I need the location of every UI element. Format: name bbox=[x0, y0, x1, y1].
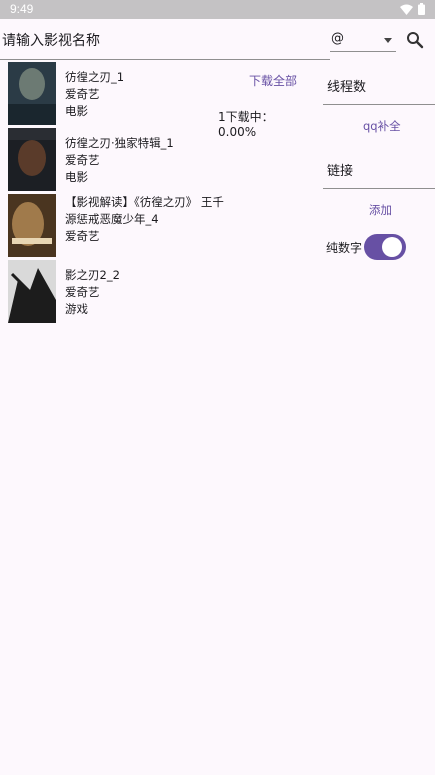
result-source: 爱奇艺 bbox=[65, 229, 100, 243]
numeric-only-toggle[interactable] bbox=[364, 234, 406, 260]
search-icon bbox=[407, 32, 424, 49]
thread-count-input[interactable]: 线程数 bbox=[327, 76, 366, 95]
result-title: 彷徨之刃_1 bbox=[65, 70, 125, 84]
divider bbox=[323, 104, 435, 105]
poster-image bbox=[8, 260, 56, 323]
toggle-knob bbox=[382, 237, 402, 257]
result-list: 彷徨之刃_1 爱奇艺 电影 下载全部 1下载中：0.00% 彷徨之刃·独家特辑_… bbox=[8, 61, 308, 325]
link-input[interactable]: 链接 bbox=[327, 160, 353, 179]
result-title: 【影视解读】《彷徨之刃》 王千源惩戒恶魔少年_4 bbox=[65, 195, 224, 226]
result-title: 彷徨之刃·独家特辑_1 bbox=[65, 136, 174, 150]
poster-image bbox=[8, 62, 56, 125]
result-row[interactable]: 【影视解读】《彷徨之刃》 王千源惩戒恶魔少年_4 爱奇艺 bbox=[8, 193, 308, 259]
download-all-button[interactable]: 下载全部 bbox=[249, 72, 297, 89]
result-source: 爱奇艺 bbox=[65, 285, 100, 299]
status-time: 9:49 bbox=[10, 2, 34, 16]
result-category: 电影 bbox=[65, 170, 88, 184]
result-category: 游戏 bbox=[65, 302, 88, 316]
divider bbox=[323, 188, 435, 189]
wifi-icon bbox=[400, 4, 413, 15]
add-button[interactable]: 添加 bbox=[369, 202, 392, 218]
battery-icon bbox=[418, 3, 425, 15]
result-row[interactable]: 彷徨之刃_1 爱奇艺 电影 下载全部 1下载中：0.00% bbox=[8, 61, 308, 139]
site-select[interactable]: @ bbox=[330, 28, 396, 52]
numeric-only-label: 纯数字 bbox=[326, 241, 363, 255]
search-button[interactable] bbox=[405, 30, 425, 50]
poster-image bbox=[8, 194, 56, 257]
search-input[interactable] bbox=[0, 20, 330, 60]
result-row[interactable]: 彷徨之刃·独家特辑_1 爱奇艺 电影 bbox=[8, 127, 308, 193]
qq-fill-button[interactable]: qq补全 bbox=[363, 118, 401, 134]
result-row[interactable]: 影之刃2_2 爱奇艺 游戏 bbox=[8, 259, 308, 325]
dropdown-caret-icon bbox=[384, 38, 392, 43]
result-title: 影之刃2_2 bbox=[65, 268, 120, 282]
result-category: 电影 bbox=[65, 104, 88, 118]
result-source: 爱奇艺 bbox=[65, 87, 100, 101]
site-select-value: @ bbox=[331, 31, 344, 46]
result-source: 爱奇艺 bbox=[65, 153, 100, 167]
status-bar: 9:49 bbox=[0, 0, 435, 19]
poster-image bbox=[8, 128, 56, 191]
